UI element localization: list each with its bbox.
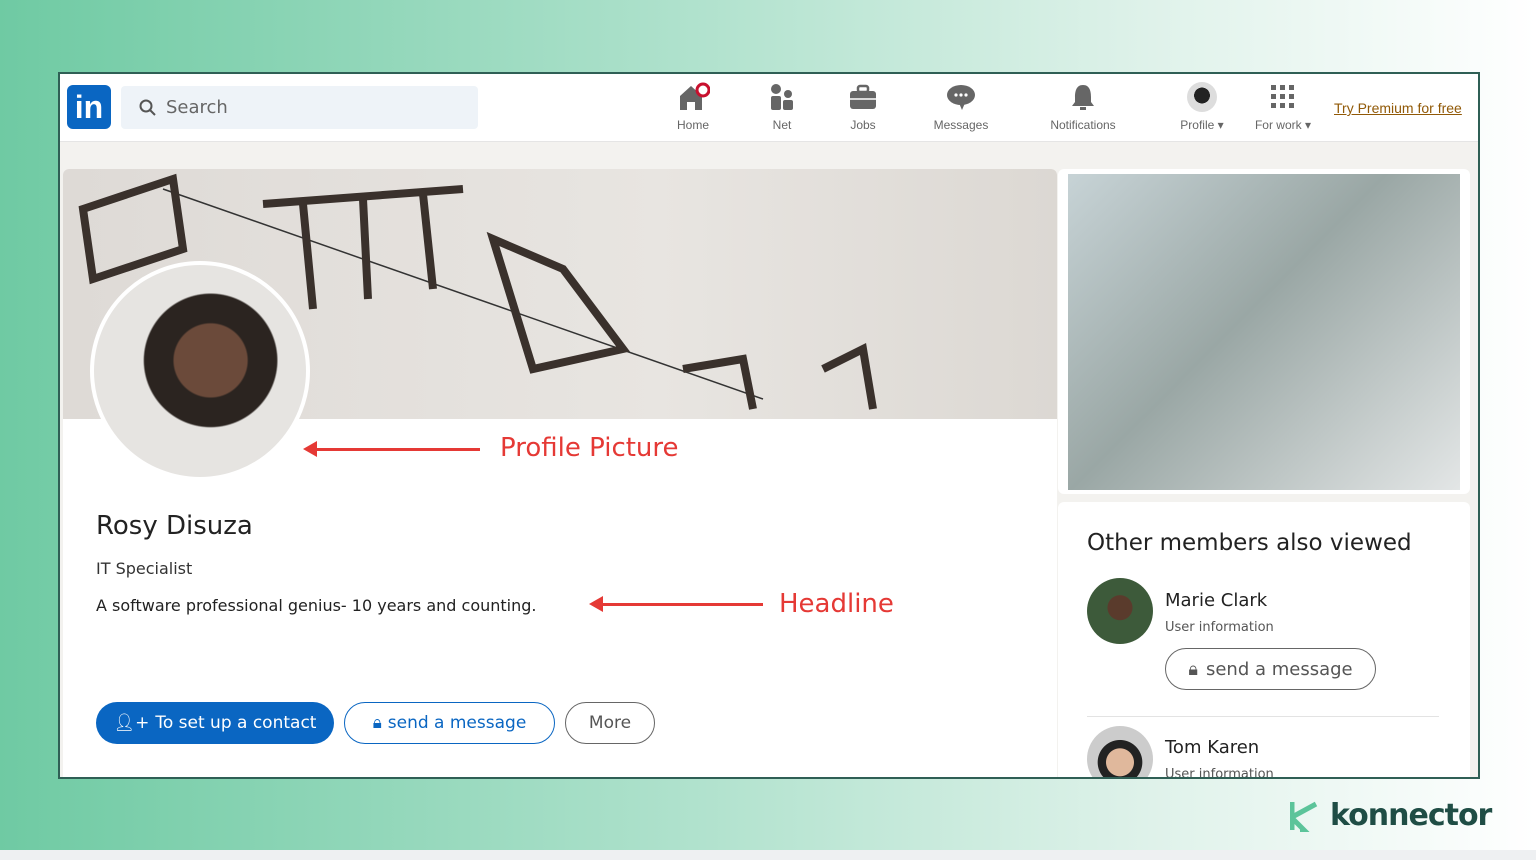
nav-home-label: Home [676, 118, 709, 132]
member-avatar[interactable] [1087, 726, 1153, 777]
bell-icon [1072, 85, 1094, 110]
lock-icon: 🔒︎ [1188, 658, 1198, 680]
nav-messages-label: Messages [933, 118, 989, 132]
caret-down-icon: ▾ [1304, 118, 1312, 132]
lock-icon: 🔒︎ [372, 713, 382, 733]
konnector-mark-icon [1290, 801, 1318, 832]
nav-profile[interactable]: Profile ▾ [1172, 82, 1232, 132]
member-info: User information [1165, 767, 1274, 779]
caret-down-icon: ▾ [1217, 118, 1224, 132]
top-nav: in Search Home Net Jobs Messages Notific… [60, 74, 1478, 142]
nav-network-label: Net [772, 118, 792, 132]
search-placeholder: Search [166, 97, 228, 118]
nav-network[interactable]: Net [762, 82, 802, 132]
avatar [1187, 82, 1217, 112]
annotation-arrow [303, 441, 480, 457]
nav-for-work-label: For work [1254, 118, 1302, 132]
nav-for-work[interactable]: For work ▾ [1248, 82, 1318, 132]
search-icon [139, 99, 156, 116]
nav-notifications-label: Notifications [1050, 118, 1116, 132]
linkedin-logo[interactable]: in [67, 85, 111, 129]
brand-name: konnector [1330, 798, 1492, 833]
linkedin-window: in Search Home Net Jobs Messages Notific… [58, 72, 1480, 779]
add-person-icon: 👤︎+ [113, 713, 150, 733]
connect-label: To set up a contact [155, 713, 317, 733]
grid-icon [1271, 85, 1294, 108]
annotation-arrow [589, 596, 763, 612]
nav-profile-label: Profile [1180, 118, 1215, 132]
member-name[interactable]: Tom Karen [1165, 737, 1259, 758]
connect-button[interactable]: 👤︎+ To set up a contact [96, 702, 334, 744]
divider [1087, 716, 1439, 717]
also-viewed-title: Other members also viewed [1087, 530, 1412, 556]
send-message-label: send a message [387, 713, 527, 733]
more-button[interactable]: More [565, 702, 655, 744]
nav-home[interactable]: Home [668, 82, 718, 132]
member-info: User information [1165, 620, 1274, 635]
chat-icon [947, 85, 975, 110]
nav-jobs[interactable]: Jobs [843, 82, 883, 132]
profile-picture[interactable] [90, 261, 310, 481]
profile-title: IT Specialist [96, 559, 193, 578]
try-premium-link[interactable]: Try Premium for free [1334, 100, 1462, 116]
nav-messages[interactable]: Messages [928, 82, 994, 132]
member-send-message-button[interactable]: 🔒︎ send a message [1165, 648, 1376, 690]
profile-name: Rosy Disuza [96, 511, 253, 541]
konnector-logo: konnector [1290, 798, 1492, 833]
annotation-profile-picture: Profile Picture [500, 433, 679, 463]
member-name[interactable]: Marie Clark [1165, 590, 1267, 611]
network-icon [771, 84, 793, 110]
send-message-button[interactable]: 🔒︎ send a message [344, 702, 555, 744]
member-avatar[interactable] [1087, 578, 1153, 644]
nav-jobs-label: Jobs [850, 118, 876, 132]
nav-notifications[interactable]: Notifications [1044, 82, 1122, 132]
profile-card: Profile Picture Rosy Disuza IT Specialis… [63, 169, 1057, 777]
profile-headline: A software professional genius- 10 years… [96, 596, 537, 615]
member-send-message-label: send a message [1205, 658, 1353, 680]
home-icon [680, 82, 710, 110]
annotation-headline: Headline [779, 589, 894, 619]
also-viewed-panel: Other members also viewed Marie Clark Us… [1058, 502, 1470, 779]
briefcase-icon [850, 84, 876, 109]
featured-photo [1058, 169, 1470, 494]
search-input[interactable]: Search [121, 86, 478, 129]
